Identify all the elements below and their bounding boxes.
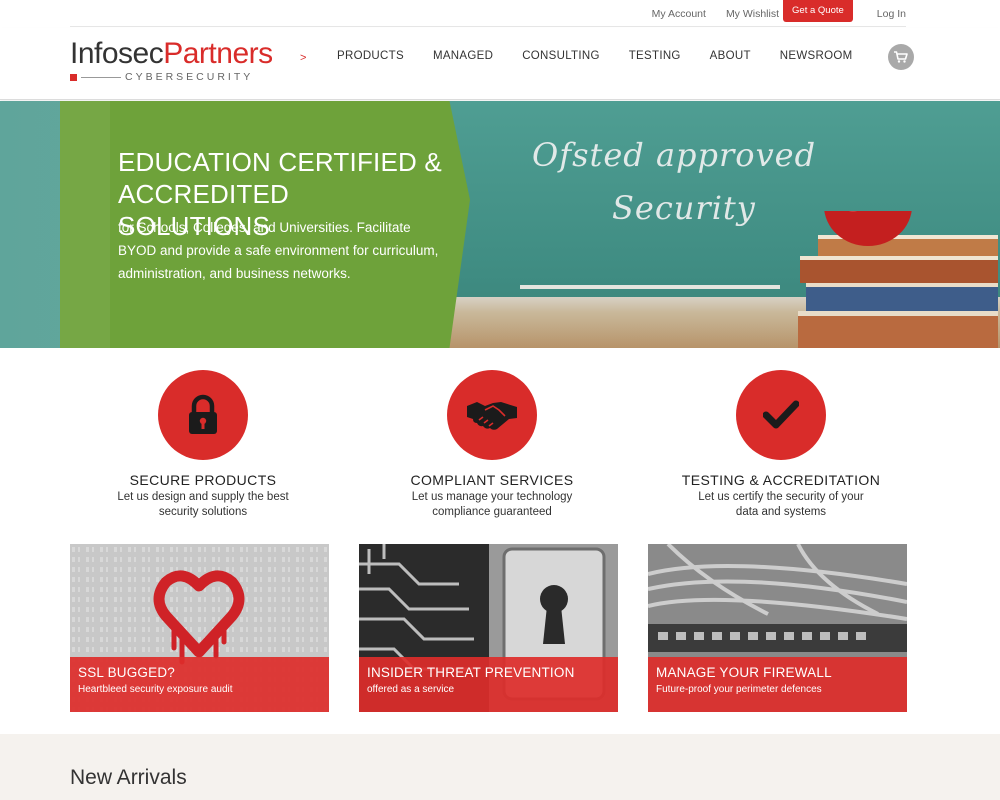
- promo-card-text: Future-proof your perimeter defences: [656, 684, 822, 695]
- nav-item-newsroom[interactable]: NEWSROOM: [780, 50, 853, 62]
- nav-arrow-icon: >: [300, 52, 307, 64]
- new-arrivals-section: New Arrivals: [0, 734, 1000, 800]
- site-header: InfosecPartners CYBERSECURITY > PRODUCTS…: [0, 28, 1000, 100]
- promo-card-title: INSIDER THREAT PREVENTION: [367, 665, 575, 680]
- site-logo[interactable]: InfosecPartners CYBERSECURITY: [70, 37, 273, 83]
- account-links: My Account My Wishlist Get a Quote Log I…: [632, 0, 906, 27]
- logo-part1: Infosec: [70, 37, 164, 70]
- promo-card-title: SSL BUGGED?: [78, 665, 175, 680]
- logo-tagline-row: CYBERSECURITY: [70, 71, 273, 83]
- my-account-link[interactable]: My Account: [652, 8, 706, 20]
- handshake-icon: [467, 402, 517, 430]
- log-in-link[interactable]: Log In: [877, 8, 906, 20]
- nav-item-managed[interactable]: MANAGED: [433, 50, 493, 62]
- hero-green-stripe: [60, 101, 110, 348]
- feature-text: Let us manage your technology compliance…: [411, 491, 573, 518]
- shopping-cart-icon: [894, 51, 908, 63]
- feature-icon-circle: [736, 370, 826, 460]
- chalk-text-line2: Security: [612, 189, 756, 227]
- promo-card-title: MANAGE YOUR FIREWALL: [656, 665, 832, 680]
- logo-line: [81, 76, 121, 78]
- checkmark-icon: [763, 400, 799, 429]
- promo-card-text: offered as a service: [367, 684, 455, 695]
- get-quote-button[interactable]: Get a Quote: [783, 0, 853, 22]
- hero-banner[interactable]: Ofsted approved Security EDUCATION CERTI…: [0, 101, 1000, 348]
- books-and-apple-image: [798, 211, 998, 348]
- feature-text: Let us certify the security of your data…: [698, 491, 864, 518]
- logo-wordmark: InfosecPartners: [70, 37, 273, 71]
- nav-item-testing[interactable]: TESTING: [629, 50, 681, 62]
- logo-tagline: CYBERSECURITY: [125, 71, 254, 83]
- nav-item-products[interactable]: PRODUCTS: [337, 50, 404, 62]
- promo-card-insider-threat[interactable]: INSIDER THREAT PREVENTION offered as a s…: [359, 544, 618, 712]
- nav-item-consulting[interactable]: CONSULTING: [522, 50, 600, 62]
- feature-compliant-services[interactable]: COMPLIANT SERVICES Let us manage your te…: [367, 370, 617, 520]
- logo-square-mark: [70, 73, 77, 81]
- cart-button[interactable]: [888, 44, 914, 70]
- feature-title: SECURE PRODUCTS: [129, 472, 277, 488]
- my-wishlist-link[interactable]: My Wishlist: [726, 8, 779, 20]
- feature-text: Let us design and supply the best securi…: [117, 491, 289, 518]
- nav-item-about[interactable]: ABOUT: [710, 50, 751, 62]
- promo-card-manage-firewall[interactable]: MANAGE YOUR FIREWALL Future-proof your p…: [648, 544, 907, 712]
- promo-card-text: Heartbleed security exposure audit: [78, 684, 233, 695]
- promo-card-band: INSIDER THREAT PREVENTION offered as a s…: [359, 657, 618, 712]
- feature-icon-circle: [447, 370, 537, 460]
- logo-part2: Partners: [163, 37, 273, 70]
- hero-description: for Schools, Colleges, and Universities.…: [118, 220, 439, 281]
- section-title: New Arrivals: [70, 766, 187, 789]
- main-nav: PRODUCTS MANAGED CONSULTING TESTING ABOU…: [337, 50, 881, 62]
- chalk-ledge: [520, 285, 780, 289]
- top-utility-bar: My Account My Wishlist Get a Quote Log I…: [70, 0, 906, 27]
- promo-card-band: MANAGE YOUR FIREWALL Future-proof your p…: [648, 657, 907, 712]
- feature-title: COMPLIANT SERVICES: [410, 472, 574, 488]
- padlock-icon: [189, 394, 217, 434]
- feature-icon-circle: [158, 370, 248, 460]
- feature-secure-products[interactable]: SECURE PRODUCTS Let us design and supply…: [78, 370, 328, 520]
- feature-testing-accreditation[interactable]: TESTING & ACCREDITATION Let us certify t…: [656, 370, 906, 520]
- feature-title: TESTING & ACCREDITATION: [681, 472, 881, 488]
- promo-card-band: SSL BUGGED? Heartbleed security exposure…: [70, 657, 329, 712]
- chalk-text-line1: Ofsted approved: [532, 136, 817, 174]
- promo-card-ssl-bugged[interactable]: SSL BUGGED? Heartbleed security exposure…: [70, 544, 329, 712]
